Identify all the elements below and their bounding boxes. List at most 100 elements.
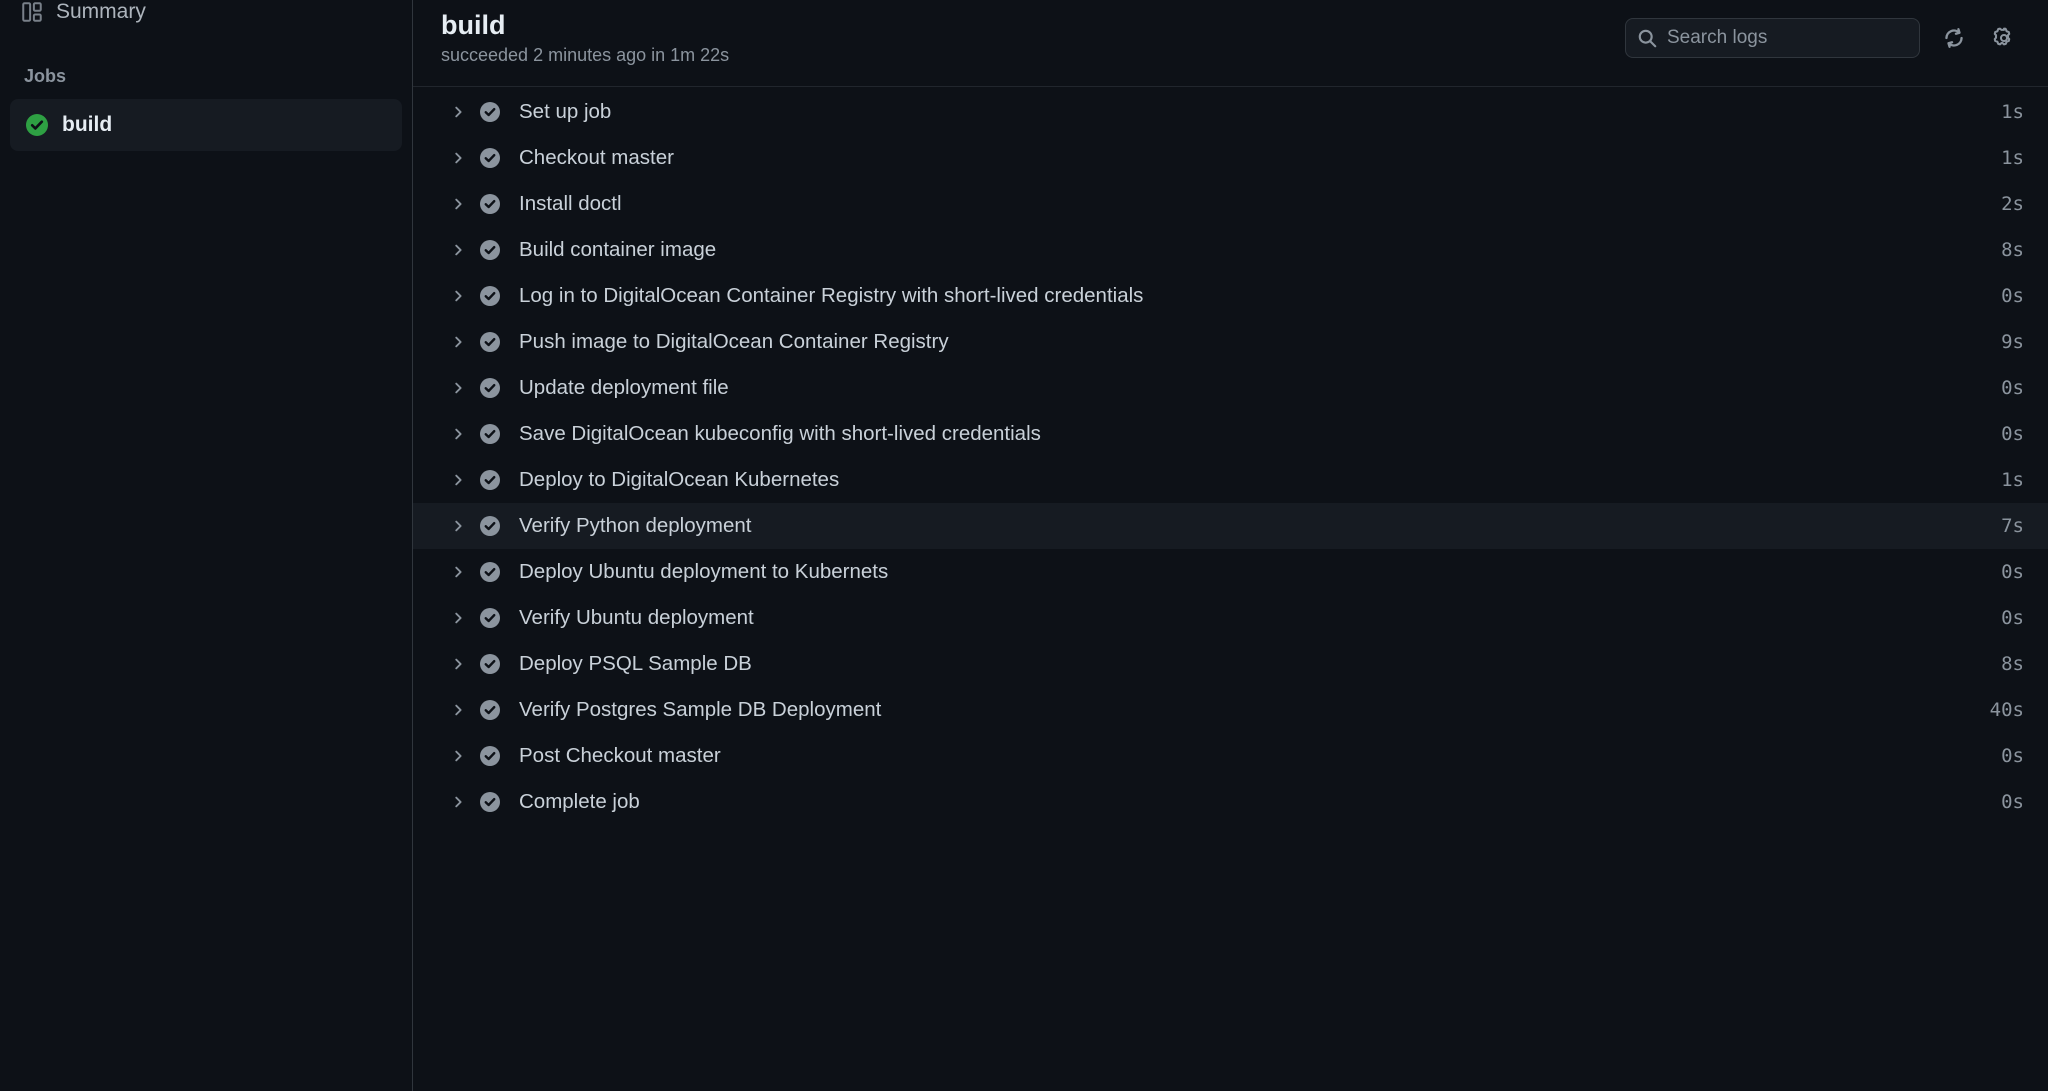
chevron-right-icon (447, 653, 469, 675)
chevron-right-icon (447, 239, 469, 261)
sidebar-job-label: build (62, 113, 112, 137)
chevron-right-icon (447, 423, 469, 445)
step-row[interactable]: Deploy to DigitalOcean Kubernetes1s (413, 457, 2048, 503)
step-duration: 0s (2001, 285, 2024, 307)
main-header-left: build succeeded 2 minutes ago in 1m 22s (441, 10, 1625, 66)
check-circle-icon (479, 331, 501, 353)
step-name: Build container image (519, 238, 2001, 262)
step-row[interactable]: Verify Python deployment7s (413, 503, 2048, 549)
chevron-right-icon (447, 791, 469, 813)
step-row[interactable]: Deploy PSQL Sample DB8s (413, 641, 2048, 687)
step-row[interactable]: Checkout master1s (413, 135, 2048, 181)
chevron-right-icon (447, 607, 469, 629)
main-header-right (1625, 18, 2020, 58)
check-circle-icon (479, 745, 501, 767)
steps-list: Set up job1sCheckout master1sInstall doc… (413, 87, 2048, 1091)
step-row[interactable]: Build container image8s (413, 227, 2048, 273)
chevron-right-icon (447, 285, 469, 307)
step-duration: 0s (2001, 791, 2024, 813)
jobs-section-label: Jobs (10, 30, 402, 99)
check-circle-icon (26, 114, 48, 136)
chevron-right-icon (447, 745, 469, 767)
check-circle-icon (479, 791, 501, 813)
step-row[interactable]: Verify Postgres Sample DB Deployment40s (413, 687, 2048, 733)
job-title: build (441, 10, 1625, 41)
step-duration: 1s (2001, 101, 2024, 123)
step-name: Push image to DigitalOcean Container Reg… (519, 330, 2001, 354)
chevron-right-icon (447, 561, 469, 583)
step-name: Verify Python deployment (519, 514, 2001, 538)
step-row[interactable]: Post Checkout master0s (413, 733, 2048, 779)
step-row[interactable]: Verify Ubuntu deployment0s (413, 595, 2048, 641)
step-name: Complete job (519, 790, 2001, 814)
sidebar-job-build[interactable]: build (10, 99, 402, 151)
step-row[interactable]: Deploy Ubuntu deployment to Kubernets0s (413, 549, 2048, 595)
search-logs-input[interactable] (1667, 27, 1907, 49)
refresh-icon (1943, 27, 1965, 49)
step-name: Verify Postgres Sample DB Deployment (519, 698, 1990, 722)
search-icon (1638, 29, 1657, 48)
check-circle-icon (479, 653, 501, 675)
step-name: Post Checkout master (519, 744, 2001, 768)
check-circle-icon (479, 469, 501, 491)
chevron-right-icon (447, 101, 469, 123)
step-name: Verify Ubuntu deployment (519, 606, 2001, 630)
check-circle-icon (479, 699, 501, 721)
step-duration: 8s (2001, 239, 2024, 261)
chevron-right-icon (447, 331, 469, 353)
step-name: Log in to DigitalOcean Container Registr… (519, 284, 2001, 308)
step-duration: 9s (2001, 331, 2024, 353)
step-row[interactable]: Save DigitalOcean kubeconfig with short-… (413, 411, 2048, 457)
step-duration: 8s (2001, 653, 2024, 675)
check-circle-icon (479, 101, 501, 123)
chevron-right-icon (447, 147, 469, 169)
step-duration: 0s (2001, 607, 2024, 629)
step-row[interactable]: Log in to DigitalOcean Container Registr… (413, 273, 2048, 319)
step-duration: 1s (2001, 147, 2024, 169)
step-row[interactable]: Set up job1s (413, 89, 2048, 135)
step-name: Set up job (519, 100, 2001, 124)
step-row[interactable]: Install doctl2s (413, 181, 2048, 227)
step-duration: 0s (2001, 377, 2024, 399)
gear-icon (1993, 27, 2015, 49)
step-duration: 40s (1990, 699, 2024, 721)
sidebar: Summary Jobs build (0, 0, 413, 1091)
step-name: Deploy to DigitalOcean Kubernetes (519, 468, 2001, 492)
app-root: Summary Jobs build build succeeded 2 min… (0, 0, 2048, 1091)
check-circle-icon (479, 239, 501, 261)
step-duration: 1s (2001, 469, 2024, 491)
step-name: Save DigitalOcean kubeconfig with short-… (519, 422, 2001, 446)
chevron-right-icon (447, 699, 469, 721)
main-panel: build succeeded 2 minutes ago in 1m 22s (413, 0, 2048, 1091)
refresh-button[interactable] (1938, 22, 1970, 54)
step-duration: 0s (2001, 423, 2024, 445)
step-name: Deploy Ubuntu deployment to Kubernets (519, 560, 2001, 584)
job-status-line: succeeded 2 minutes ago in 1m 22s (441, 45, 1625, 66)
check-circle-icon (479, 147, 501, 169)
step-name: Update deployment file (519, 376, 2001, 400)
step-row[interactable]: Push image to DigitalOcean Container Reg… (413, 319, 2048, 365)
step-duration: 0s (2001, 745, 2024, 767)
step-name: Checkout master (519, 146, 2001, 170)
search-logs[interactable] (1625, 18, 1920, 58)
check-circle-icon (479, 515, 501, 537)
step-row[interactable]: Update deployment file0s (413, 365, 2048, 411)
step-name: Install doctl (519, 192, 2001, 216)
check-circle-icon (479, 607, 501, 629)
step-name: Deploy PSQL Sample DB (519, 652, 2001, 676)
graph-icon (22, 2, 42, 22)
sidebar-summary[interactable]: Summary (10, 0, 402, 30)
chevron-right-icon (447, 469, 469, 491)
step-duration: 2s (2001, 193, 2024, 215)
step-duration: 0s (2001, 561, 2024, 583)
chevron-right-icon (447, 193, 469, 215)
check-circle-icon (479, 285, 501, 307)
step-duration: 7s (2001, 515, 2024, 537)
step-row[interactable]: Complete job0s (413, 779, 2048, 825)
check-circle-icon (479, 423, 501, 445)
chevron-right-icon (447, 377, 469, 399)
sidebar-summary-label: Summary (56, 0, 146, 24)
check-circle-icon (479, 193, 501, 215)
settings-button[interactable] (1988, 22, 2020, 54)
chevron-right-icon (447, 515, 469, 537)
